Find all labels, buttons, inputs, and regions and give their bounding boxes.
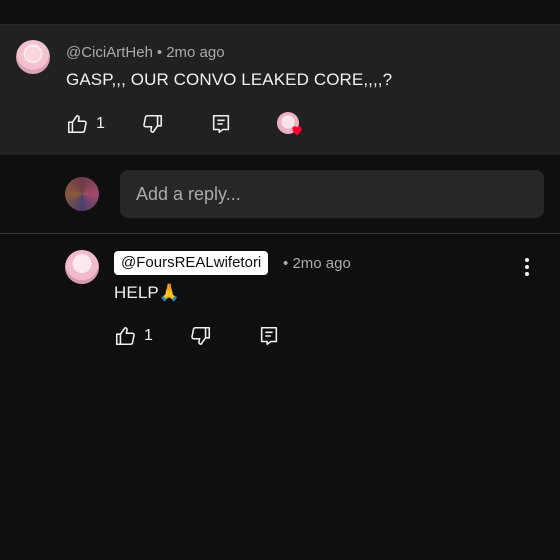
top-app-bar (0, 0, 560, 25)
reply-reply-button[interactable] (258, 325, 280, 347)
reply-text: HELP🙏 (114, 283, 181, 302)
add-reply-input[interactable]: Add a reply... (120, 170, 544, 218)
reply-like-button[interactable]: 1 (114, 325, 153, 347)
comment-reply-button[interactable] (210, 113, 232, 135)
reply-comment-icon (258, 325, 280, 347)
comment-text: GASP,,, OUR CONVO LEAKED CORE,,,,? (66, 70, 393, 89)
thumbs-down-icon (190, 325, 212, 347)
thumbs-down-icon (142, 113, 164, 135)
comment-meta: @CiciArtHeh • 2mo ago (66, 44, 225, 61)
thumbs-up-icon (66, 113, 88, 135)
reply-avatar[interactable] (65, 250, 99, 284)
reply-meta: • 2mo ago (283, 255, 351, 272)
reply-handle-chip[interactable]: @FoursREALwifetori (114, 251, 269, 275)
comment-time: 2mo ago (166, 44, 225, 61)
comment-dislike-button[interactable] (142, 113, 164, 135)
current-user-avatar (65, 177, 99, 211)
more-options-icon[interactable] (518, 256, 536, 276)
meta-separator: • (156, 44, 163, 61)
reply-dislike-button[interactable] (190, 325, 212, 347)
heart-icon (290, 123, 304, 137)
comment-like-button[interactable]: 1 (66, 113, 105, 135)
reply-like-count: 1 (144, 327, 153, 344)
meta-separator: • (283, 255, 289, 272)
thumbs-up-icon (114, 325, 136, 347)
reply-time: 2mo ago (292, 255, 351, 272)
reply-placeholder: Add a reply... (136, 184, 241, 204)
title-cutoff (70, 0, 190, 8)
comment-handle[interactable]: @CiciArtHeh (66, 44, 153, 61)
comment-like-count: 1 (96, 115, 105, 132)
commenter-avatar[interactable] (16, 40, 50, 74)
reply-comment-icon (210, 113, 232, 135)
